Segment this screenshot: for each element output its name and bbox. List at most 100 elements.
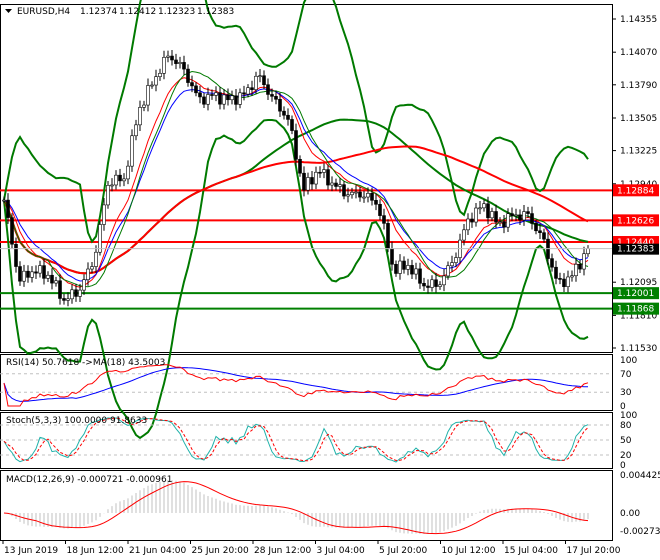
candle <box>298 158 302 174</box>
candle <box>178 62 182 64</box>
candle <box>430 279 434 288</box>
time-label: 28 Jun 12:00 <box>254 546 311 556</box>
price-tick: 1.13225 <box>620 147 657 157</box>
candle <box>190 82 194 87</box>
time-label: 13 Jun 2019 <box>4 546 58 556</box>
candle <box>38 265 42 274</box>
candle <box>82 279 86 291</box>
candle <box>286 114 290 120</box>
candle <box>310 177 314 185</box>
ohlc-open: 1.12374 <box>80 7 117 17</box>
candle <box>250 87 254 90</box>
candle <box>318 171 322 174</box>
candle <box>98 224 102 253</box>
candle <box>186 68 190 83</box>
candle <box>354 191 358 194</box>
candle <box>314 171 318 185</box>
candle <box>202 96 206 105</box>
ma-fast <box>3 77 589 288</box>
candle <box>42 265 46 279</box>
candle <box>78 289 82 297</box>
candle <box>510 213 514 216</box>
candle <box>366 193 370 198</box>
time-label: 18 Jun 12:00 <box>67 546 124 556</box>
candle <box>570 275 574 278</box>
candle <box>198 92 202 98</box>
candle <box>490 211 494 219</box>
bollinger-lower <box>3 119 589 440</box>
candle <box>586 248 590 255</box>
candle <box>374 200 378 205</box>
rsi-tick: 30 <box>620 388 632 398</box>
candle <box>234 95 238 105</box>
candle <box>482 203 486 209</box>
candle <box>462 229 466 241</box>
rsi-label: RSI(14) 50.7618 ->MA(18) 43.5003 <box>6 358 165 368</box>
candle <box>426 285 430 288</box>
candle <box>382 215 386 224</box>
chart-canvas[interactable]: 1.143551.140701.137901.135051.132251.129… <box>0 0 660 560</box>
candle <box>162 57 166 74</box>
candle <box>86 268 90 281</box>
bollinger-upper <box>3 0 589 244</box>
candle <box>14 243 18 267</box>
candle <box>262 75 266 86</box>
candle <box>210 94 214 96</box>
dropdown-triangle-icon[interactable] <box>5 9 12 13</box>
chart-window[interactable]: 1.143551.140701.137901.135051.132251.129… <box>0 0 660 560</box>
stoch-label: Stoch(5,3,3) 100.0000 91.8633 <box>6 416 147 426</box>
candle <box>142 104 146 108</box>
candle <box>74 289 78 297</box>
price-tick: 1.13505 <box>620 114 657 124</box>
candle <box>282 110 286 116</box>
candle <box>6 199 10 218</box>
candle <box>18 266 22 282</box>
candle <box>446 265 450 277</box>
candle <box>194 85 198 94</box>
candle <box>554 266 558 279</box>
time-label: 25 Jun 20:00 <box>192 546 249 556</box>
candle <box>474 207 478 223</box>
candle <box>390 248 394 265</box>
candle <box>466 218 470 231</box>
price-tick: 1.14355 <box>620 15 657 25</box>
candle <box>130 135 134 167</box>
time-label: 3 Jul 04:00 <box>317 546 366 556</box>
stoch-tick: 100 <box>620 411 637 421</box>
candle <box>238 92 242 105</box>
candle <box>290 119 294 131</box>
candle <box>138 107 142 126</box>
candle <box>530 213 534 224</box>
candle <box>386 223 390 249</box>
candle <box>350 191 354 196</box>
candle <box>182 62 186 70</box>
candle <box>266 84 270 95</box>
candle <box>566 276 570 287</box>
candle <box>170 55 174 61</box>
rsi-ma-line <box>3 367 589 402</box>
candle <box>10 217 14 245</box>
stoch-tick: 50 <box>620 436 632 446</box>
candle <box>410 265 414 275</box>
price-tick: 1.13790 <box>620 81 657 91</box>
candle <box>454 257 458 263</box>
candle <box>54 280 58 284</box>
time-label: 15 Jul 04:00 <box>504 546 558 556</box>
candle <box>90 266 94 270</box>
candle <box>278 98 282 112</box>
candle <box>330 182 334 186</box>
candle <box>378 204 382 216</box>
price-tick: 1.14070 <box>620 48 657 58</box>
candle <box>30 271 34 278</box>
candle <box>422 283 426 287</box>
candle <box>118 174 122 182</box>
candle <box>50 274 54 284</box>
candle <box>270 94 274 97</box>
candle <box>146 85 150 106</box>
candle <box>358 191 362 198</box>
candle <box>534 223 538 232</box>
candle <box>174 59 178 64</box>
candle <box>2 199 6 202</box>
candle <box>106 185 110 206</box>
candle <box>246 87 250 95</box>
